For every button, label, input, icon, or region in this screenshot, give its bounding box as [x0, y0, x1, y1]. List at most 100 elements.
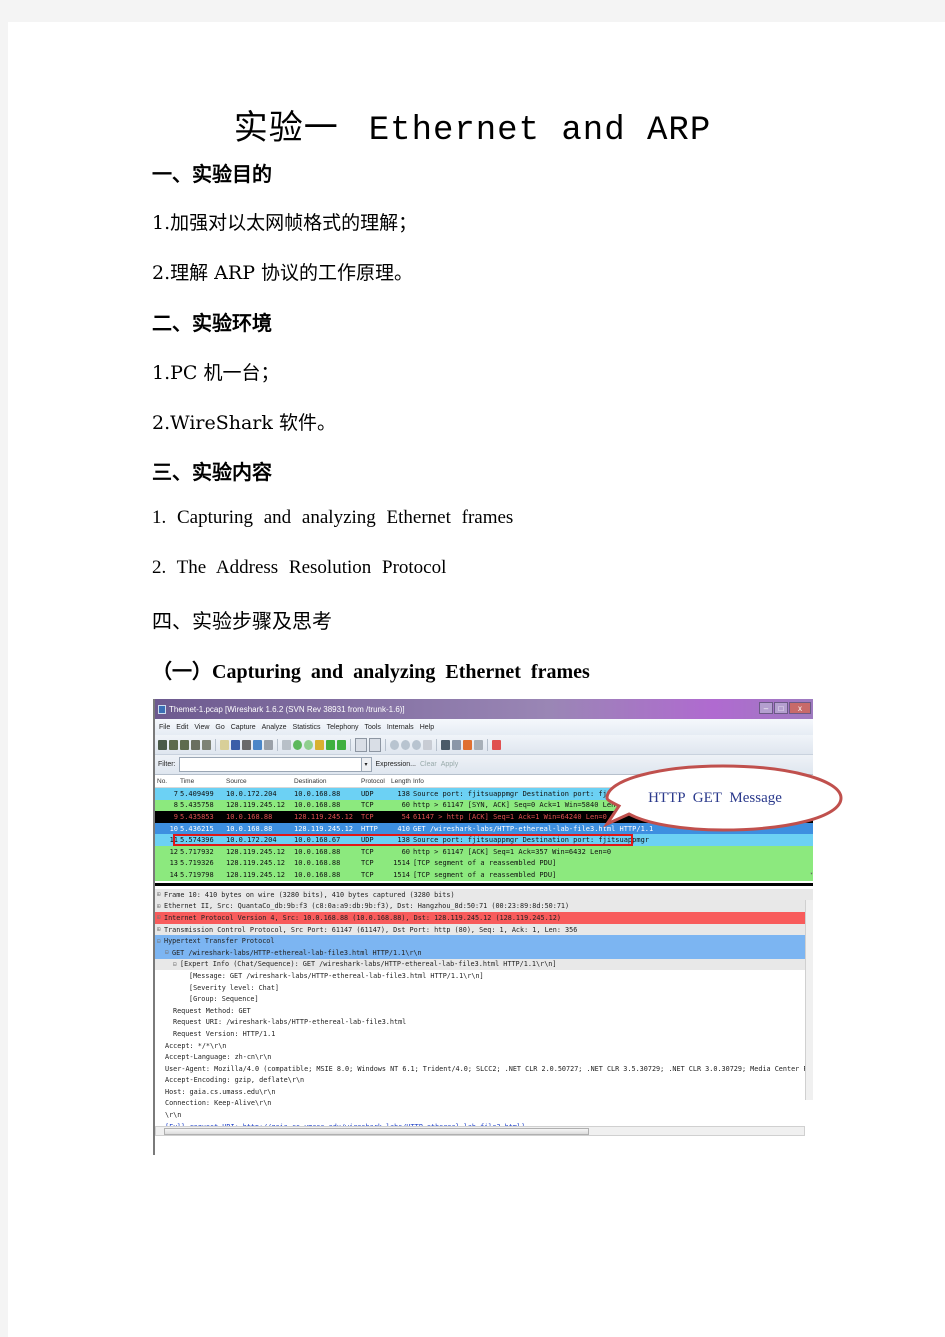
toolbar-separator [385, 738, 386, 751]
preferences-icon[interactable] [474, 739, 483, 750]
autoscroll-icon[interactable] [369, 737, 381, 752]
column-no[interactable]: No. [155, 778, 179, 785]
detail-text: Request Version: HTTP/1.1 [173, 1029, 276, 1038]
packet-cell-no: 8 [173, 801, 178, 810]
collapse-icon[interactable]: ⊟ [173, 961, 180, 968]
detail-row[interactable]: ⊟ Hypertext Transfer Protocol [155, 935, 813, 947]
detail-row[interactable]: [Severity level: Chat] [155, 982, 813, 994]
detail-row[interactable]: ⊟ GET /wireshark-labs/HTTP-ethereal-lab-f… [155, 946, 813, 959]
resize-columns-icon[interactable] [423, 739, 432, 750]
zoom-in-icon[interactable] [390, 739, 399, 750]
column-time[interactable]: Time [179, 778, 226, 785]
packet-cell-src: 10.0.168.88 [226, 812, 273, 821]
go-first-icon[interactable] [326, 739, 335, 750]
column-destination[interactable]: Destination [294, 778, 361, 785]
packet-row[interactable]: 14 5.719798 128.119.245.12 10.0.168.88 TCP 15… [155, 869, 813, 881]
column-length[interactable]: Length [391, 778, 413, 785]
menu-file[interactable]: File [159, 724, 170, 731]
reload-icon[interactable] [253, 739, 262, 750]
detail-row[interactable]: ⊞ Frame 10: 410 bytes on wire (3280 bits)… [155, 889, 813, 901]
zoom-out-icon[interactable] [401, 739, 410, 750]
clear-button[interactable]: Clear [420, 761, 437, 768]
subsection-heading: （一）Capturing and analyzing Ethernet fram… [152, 661, 590, 683]
scroll-down-arrow-icon[interactable]: ▾ [810, 871, 813, 877]
display-filters-icon[interactable] [452, 739, 461, 750]
coloring-rules-icon[interactable] [463, 739, 472, 750]
detail-row[interactable]: Request Method: GET [155, 1005, 813, 1017]
menu-capture[interactable]: Capture [231, 724, 256, 731]
menu-analyze[interactable]: Analyze [262, 724, 287, 731]
detail-row[interactable]: Connection: Keep-Alive\r\n [155, 1098, 813, 1110]
print-icon[interactable] [264, 739, 273, 750]
menu-telephony[interactable]: Telephony [327, 724, 359, 731]
close-button[interactable]: x [789, 702, 811, 714]
capture-options-icon[interactable] [169, 739, 178, 750]
apply-button[interactable]: Apply [441, 761, 459, 768]
go-back-icon[interactable] [293, 739, 302, 750]
detail-row[interactable]: ⊟ [Expert Info (Chat/Sequence): GET /wire… [155, 958, 813, 971]
packet-cell-len: 60 [401, 801, 410, 810]
capture-filters-icon[interactable] [441, 739, 450, 750]
zoom-normal-icon[interactable] [412, 739, 421, 750]
save-file-icon[interactable] [231, 739, 240, 750]
column-source[interactable]: Source [226, 778, 294, 785]
scrollbar-thumb[interactable] [164, 1128, 589, 1135]
collapse-icon[interactable]: ⊟ [165, 949, 172, 956]
details-horizontal-scrollbar[interactable] [155, 1126, 805, 1136]
menu-statistics[interactable]: Statistics [293, 724, 321, 731]
details-vertical-scrollbar[interactable] [805, 900, 813, 1100]
find-packet-icon[interactable] [282, 739, 291, 750]
detail-row[interactable]: Accept-Encoding: gzip, deflate\r\n [155, 1075, 813, 1087]
go-to-packet-icon[interactable] [315, 739, 324, 750]
menu-view[interactable]: View [194, 724, 209, 731]
detail-row[interactable]: \r\n [155, 1109, 813, 1121]
callout-text: HTTP GET Message [648, 790, 782, 806]
start-capture-icon[interactable] [180, 739, 189, 750]
detail-row[interactable]: Accept-Language: zh-cn\r\n [155, 1051, 813, 1063]
detail-row[interactable]: ⊞ Internet Protocol Version 4, Src: 10.0.… [155, 912, 813, 924]
detail-row[interactable]: ⊞ Ethernet II, Src: QuantaCo_db:9b:f3 (c8… [155, 900, 813, 913]
expression-button[interactable]: Expression... [376, 761, 416, 768]
expand-icon[interactable]: ⊞ [157, 903, 164, 910]
expand-icon[interactable]: ⊞ [157, 891, 164, 898]
menu-go[interactable]: Go [215, 724, 224, 731]
document-title: 实验一 Ethernet and ARP [0, 100, 945, 150]
detail-text: [Message: GET /wireshark-labs/HTTP-ether… [189, 971, 484, 980]
detail-row[interactable]: Request Version: HTTP/1.1 [155, 1028, 813, 1040]
window-controls: – □ x [759, 702, 811, 714]
detail-text: GET /wireshark-labs/HTTP-ethereal-lab-fi… [172, 948, 422, 957]
packet-cell-proto: UDP [361, 789, 374, 798]
restart-capture-icon[interactable] [202, 739, 211, 750]
detail-row[interactable]: Accept: */*\r\n [155, 1040, 813, 1052]
maximize-button[interactable]: □ [774, 702, 788, 714]
help-icon[interactable] [492, 739, 501, 750]
detail-row[interactable]: [Message: GET /wireshark-labs/HTTP-ether… [155, 970, 813, 982]
open-file-icon[interactable] [220, 739, 229, 750]
stop-capture-icon[interactable] [191, 739, 200, 750]
filter-dropdown-icon[interactable]: ▾ [361, 757, 372, 772]
packet-row[interactable]: 13 5.719326 128.119.245.12 10.0.168.88 TCP 15… [155, 857, 813, 870]
expand-icon[interactable]: ⊞ [157, 914, 164, 921]
colorize-icon[interactable] [355, 737, 367, 752]
detail-row[interactable]: User-Agent: Mozilla/4.0 (compatible; MSI… [155, 1063, 813, 1075]
menu-internals[interactable]: Internals [387, 724, 414, 731]
detail-row[interactable]: Request URI: /wireshark-labs/HTTP-ethere… [155, 1017, 813, 1029]
collapse-icon[interactable]: ⊟ [157, 938, 164, 945]
detail-row[interactable]: ⊞ Transmission Control Protocol, Src Port… [155, 923, 813, 936]
menu-tools[interactable]: Tools [364, 724, 380, 731]
title-en: Ethernet and ARP [368, 112, 712, 150]
go-forward-icon[interactable] [304, 739, 313, 750]
go-last-icon[interactable] [337, 739, 346, 750]
expand-icon[interactable]: ⊞ [157, 926, 164, 933]
close-file-icon[interactable] [242, 739, 251, 750]
minimize-button[interactable]: – [759, 702, 773, 714]
detail-row[interactable]: [Group: Sequence] [155, 993, 813, 1005]
packet-row[interactable]: 12 5.717932 128.119.245.12 10.0.168.88 TCP 60… [155, 845, 813, 858]
detail-row[interactable]: Host: gaia.cs.umass.edu\r\n [155, 1086, 813, 1098]
toolbar-separator [436, 738, 437, 751]
interface-list-icon[interactable] [158, 739, 167, 750]
column-protocol[interactable]: Protocol [361, 778, 391, 785]
menu-help[interactable]: Help [420, 724, 434, 731]
menu-edit[interactable]: Edit [176, 724, 188, 731]
filter-input[interactable] [178, 757, 362, 772]
